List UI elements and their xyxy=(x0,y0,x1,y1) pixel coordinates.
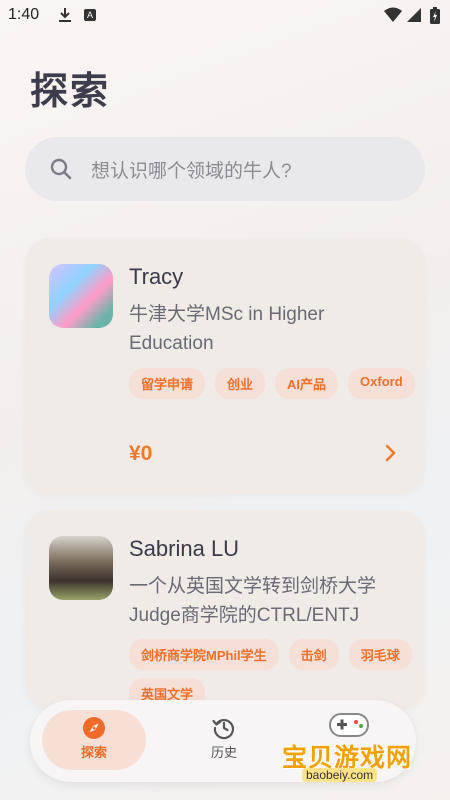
mentor-card[interactable]: Tracy 牛津大学MSc in Higher Education 留学申请 创… xyxy=(25,238,425,494)
page-title: 探索 xyxy=(30,71,111,113)
chevron-right-icon[interactable] xyxy=(385,444,397,462)
tag-list: 剑桥商学院MPhil学生 击剑 羽毛球 英国文学 xyxy=(129,639,419,709)
tag: 击剑 xyxy=(288,639,339,670)
tag: 创业 xyxy=(215,368,266,399)
mentor-headline: 牛津大学MSc in Higher Education xyxy=(129,304,325,354)
watermark-logo: 宝贝游戏网 baobeiy.com xyxy=(282,706,432,786)
price: ¥0 xyxy=(129,442,153,465)
battery-icon xyxy=(430,7,440,24)
avatar xyxy=(49,536,113,600)
mentor-headline: 一个从英国文学转到剑桥大学Judge商学院的CTRL/ENTJ xyxy=(129,576,377,626)
tag: AI产品 xyxy=(275,368,339,399)
nav-label: 历史 xyxy=(210,745,237,760)
nav-item-history[interactable]: 历史 xyxy=(172,710,276,770)
tag: 羽毛球 xyxy=(348,639,412,670)
avatar xyxy=(49,264,113,328)
wifi-icon xyxy=(384,7,402,22)
notification-a-icon: A xyxy=(84,9,96,21)
signal-icon xyxy=(407,8,421,22)
compass-icon xyxy=(83,717,105,739)
download-icon xyxy=(59,8,71,22)
tag-list: 留学申请 创业 AI产品 Oxford xyxy=(129,368,419,399)
status-time: 1:40 xyxy=(8,6,40,23)
search-bar[interactable]: 想认识哪个领域的牛人? xyxy=(25,137,425,201)
history-icon xyxy=(212,719,235,740)
gamepad-icon xyxy=(329,713,369,737)
mentor-card[interactable]: Sabrina LU 一个从英国文学转到剑桥大学Judge商学院的CTRL/EN… xyxy=(25,510,425,710)
mentor-name: Tracy xyxy=(129,264,184,289)
search-icon xyxy=(50,158,72,180)
tag: 留学申请 xyxy=(129,368,206,399)
search-placeholder[interactable]: 想认识哪个领域的牛人? xyxy=(91,156,292,183)
tag: 剑桥商学院MPhil学生 xyxy=(129,639,279,670)
mentor-name: Sabrina LU xyxy=(129,536,240,561)
status-bar: 1:40 A xyxy=(0,0,450,32)
watermark-url: baobeiy.com xyxy=(302,768,378,782)
tag: Oxford xyxy=(348,368,415,399)
nav-label: 探索 xyxy=(80,745,107,760)
nav-item-explore[interactable]: 探索 xyxy=(42,710,146,770)
